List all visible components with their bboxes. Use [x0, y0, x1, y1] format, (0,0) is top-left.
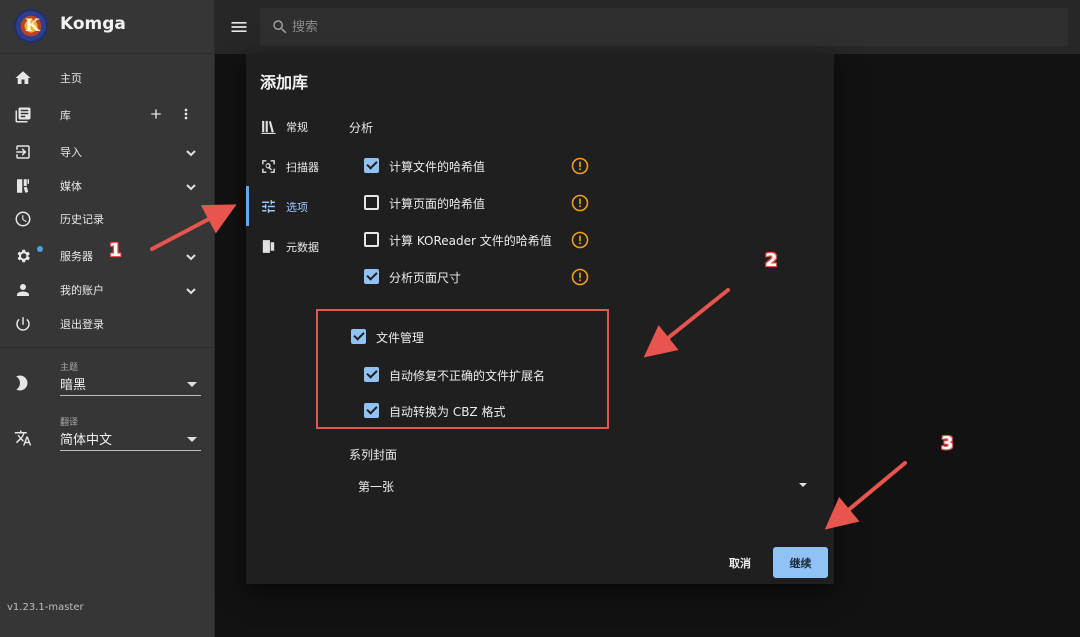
checkbox-checked[interactable]: [364, 269, 379, 284]
top-app-bar: [215, 0, 1080, 54]
highlight-box: [316, 309, 609, 429]
sidebar-item-import[interactable]: 导入: [0, 135, 215, 169]
sidebar-item-label: 库: [60, 109, 71, 122]
caret-down-icon: [799, 483, 807, 487]
sidebar-item-server[interactable]: 服务器: [0, 239, 215, 273]
step-number-2: 2: [765, 250, 778, 271]
caret-down-icon: [187, 437, 197, 442]
import-icon: [14, 143, 32, 161]
translation-select[interactable]: 翻译 简体中文: [0, 413, 215, 461]
menu-icon: [231, 22, 247, 32]
warning-icon[interactable]: [571, 194, 589, 212]
tab-scanner[interactable]: 扫描器: [246, 148, 336, 184]
app-name: Komga: [60, 14, 126, 34]
komga-logo: [14, 9, 48, 43]
chevron-down-icon[interactable]: [184, 284, 198, 298]
option-label: 分析页面尺寸: [389, 271, 462, 285]
home-icon: [14, 69, 32, 87]
arrow-3: [824, 461, 907, 530]
translate-icon: [14, 429, 32, 447]
warning-icon[interactable]: [571, 268, 589, 286]
step-number-1: 1: [109, 240, 122, 261]
warning-icon[interactable]: [571, 157, 589, 175]
sidebar-item-media[interactable]: 媒体: [0, 169, 215, 203]
gear-icon: [14, 247, 32, 265]
theme-underline: [60, 395, 201, 396]
tab-options[interactable]: 选项: [246, 188, 336, 224]
theme-select[interactable]: 主题 暗黑: [0, 358, 215, 406]
sidebar-item-label: 导入: [60, 146, 82, 159]
active-tab-indicator: [246, 186, 249, 226]
option-label: 计算文件的哈希值: [389, 160, 486, 174]
books-icon: [260, 118, 277, 135]
menu-button[interactable]: [229, 17, 249, 37]
sidebar-item-label: 我的账户: [60, 284, 104, 297]
power-icon: [14, 315, 32, 333]
sidebar-divider: [0, 347, 215, 348]
sidebar-item-libraries[interactable]: 库: [0, 98, 215, 132]
translation-value: 简体中文: [60, 433, 113, 448]
tab-label: 元数据: [286, 241, 319, 254]
metadata-icon: [260, 238, 277, 255]
search-input[interactable]: [292, 8, 1052, 46]
analysis-section-title: 分析: [349, 121, 374, 135]
library-more-button[interactable]: [178, 106, 194, 122]
search-icon: [271, 18, 289, 36]
translation-caption: 翻译: [60, 418, 79, 428]
app-version: v1.23.1-master: [7, 602, 84, 613]
add-library-button[interactable]: [148, 106, 164, 122]
chevron-down-icon[interactable]: [184, 250, 198, 264]
checkbox-unchecked[interactable]: [364, 232, 379, 247]
plus-icon: [151, 109, 161, 119]
search-bar[interactable]: [260, 8, 1068, 46]
tab-metadata[interactable]: 元数据: [246, 228, 336, 264]
checkbox-checked[interactable]: [364, 158, 379, 173]
library-icon: [14, 106, 32, 124]
continue-button[interactable]: 继续: [773, 547, 828, 578]
tab-label: 选项: [286, 201, 308, 214]
more-vert-icon: [184, 108, 188, 120]
sidebar-item-label: 服务器: [60, 250, 93, 263]
sidebar: Komga 主页 库 导入 媒体 历史记录 服务器 我的账户 退出登录: [0, 0, 215, 637]
tune-icon: [260, 198, 277, 215]
sidebar-item-my-account[interactable]: 我的账户: [0, 273, 215, 307]
media-icon: [14, 177, 32, 195]
tab-label: 扫描器: [286, 161, 319, 174]
checkbox-unchecked[interactable]: [364, 195, 379, 210]
warning-icon[interactable]: [571, 231, 589, 249]
sidebar-item-logout[interactable]: 退出登录: [0, 307, 215, 341]
sidebar-item-home[interactable]: 主页: [0, 61, 215, 95]
theme-value: 暗黑: [60, 378, 87, 393]
cancel-button[interactable]: 取消: [716, 549, 764, 577]
sidebar-item-history[interactable]: 历史记录: [0, 202, 215, 236]
brand: Komga: [0, 0, 215, 54]
option-label: 计算页面的哈希值: [389, 197, 486, 211]
step-number-3: 3: [941, 433, 954, 454]
sidebar-item-label: 退出登录: [60, 318, 104, 331]
sidebar-item-label: 历史记录: [60, 213, 104, 226]
moon-icon: [14, 374, 32, 392]
series-cover-value: 第一张: [358, 480, 395, 494]
sidebar-item-label: 主页: [60, 72, 82, 85]
tab-label: 常规: [286, 121, 308, 134]
theme-caption: 主题: [60, 363, 79, 373]
option-label: 计算 KOReader 文件的哈希值: [389, 234, 552, 248]
series-cover-select[interactable]: 第一张: [358, 474, 812, 500]
chevron-down-icon[interactable]: [184, 180, 198, 194]
chevron-down-icon[interactable]: [184, 146, 198, 160]
caret-down-icon: [187, 382, 197, 387]
history-icon: [14, 210, 32, 228]
tab-general[interactable]: 常规: [246, 108, 336, 144]
sidebar-item-label: 媒体: [60, 180, 82, 193]
translation-underline: [60, 450, 201, 451]
account-icon: [14, 281, 32, 299]
notification-dot: [37, 246, 43, 252]
series-cover-title: 系列封面: [349, 448, 398, 462]
dialog-title: 添加库: [260, 73, 309, 92]
scanner-icon: [260, 158, 277, 175]
